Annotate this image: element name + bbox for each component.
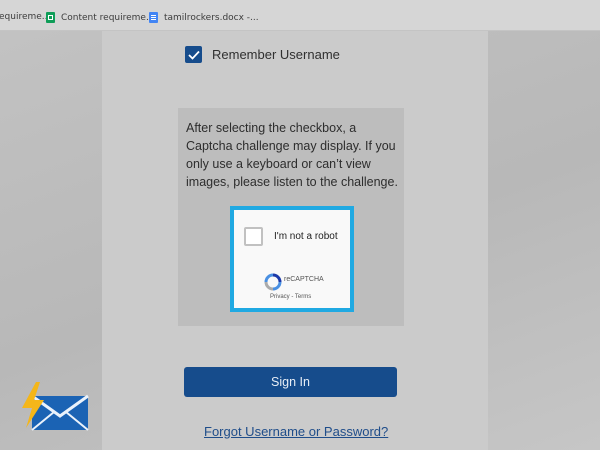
bookmarks-bar: equireme... Content requireme... tamilro… (0, 0, 600, 31)
sign-in-button[interactable]: Sign In (184, 367, 397, 397)
forgot-credentials-link[interactable]: Forgot Username or Password? (204, 424, 388, 439)
recaptcha-widget: I'm not a robot reCAPTCHA Privacy - Term… (234, 210, 350, 308)
captcha-info-box: After selecting the checkbox, a Captcha … (178, 108, 404, 326)
remember-username-label: Remember Username (212, 47, 340, 62)
docs-icon (149, 12, 158, 23)
envelope-lightning-logo-icon (22, 382, 89, 431)
bookmark-item[interactable]: tamilrockers.docx -... (149, 12, 259, 23)
recaptcha-privacy-terms[interactable]: Privacy - Terms (270, 294, 311, 300)
login-panel: Remember Username After selecting the ch… (102, 31, 488, 450)
captcha-highlight: I'm not a robot reCAPTCHA Privacy - Term… (230, 206, 354, 312)
not-a-robot-checkbox[interactable] (244, 227, 263, 246)
remember-username-row[interactable]: Remember Username (185, 46, 340, 63)
not-a-robot-label: I'm not a robot (274, 231, 338, 242)
bookmark-label: tamilrockers.docx -... (164, 12, 259, 23)
bookmark-label: Content requireme... (61, 12, 155, 23)
bookmark-item[interactable]: equireme... (0, 12, 50, 22)
sheets-icon (46, 12, 55, 23)
captcha-info-text: After selecting the checkbox, a Captcha … (186, 121, 398, 189)
recaptcha-logo-icon (264, 273, 282, 291)
bookmark-item[interactable]: Content requireme... (46, 12, 155, 23)
recaptcha-brand: reCAPTCHA (284, 276, 324, 283)
remember-username-checkbox[interactable] (185, 46, 202, 63)
checkmark-icon (187, 50, 200, 60)
bookmark-label: equireme... (0, 12, 51, 22)
